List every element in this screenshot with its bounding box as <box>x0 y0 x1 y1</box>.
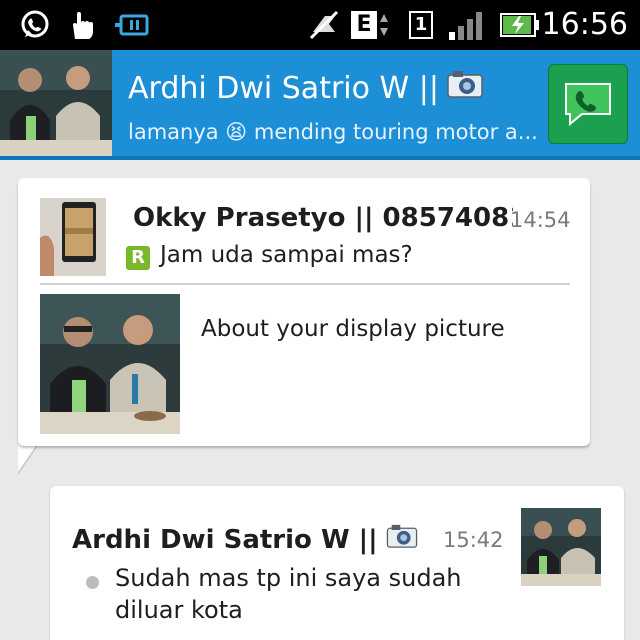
attachment-label: About your display picture <box>201 316 505 342</box>
attached-picture[interactable] <box>40 294 180 434</box>
whatsapp-icon <box>16 9 54 41</box>
touch-icon <box>64 9 100 41</box>
sender-avatar[interactable] <box>40 198 106 276</box>
signal-icon <box>446 9 486 41</box>
message-divider <box>40 283 570 285</box>
delivery-status-dot <box>86 576 99 589</box>
quoted-message-text: Jam uda sampai mas? <box>160 242 413 268</box>
contact-avatar[interactable] <box>0 50 112 156</box>
sent-sender-name-text: Ardhi Dwi Satrio W || <box>72 524 378 555</box>
header-contact-name[interactable]: Ardhi Dwi Satrio W || <box>128 70 483 106</box>
sent-message[interactable]: Ardhi Dwi Satrio W || 15:42 Sudah mas tp… <box>50 486 624 640</box>
network-e-icon: E <box>350 9 390 41</box>
call-button[interactable] <box>548 64 628 144</box>
phone-icon <box>565 83 611 127</box>
status-time: 16:56 <box>541 7 628 42</box>
sim-icon: 1 <box>406 9 436 41</box>
header-status-text: lamanya 😫 mending touring motor a... <box>128 120 538 144</box>
camera-icon <box>386 524 418 555</box>
contact-name-text: Ardhi Dwi Satrio W || <box>128 70 439 106</box>
chat-header: Ardhi Dwi Satrio W || lamanya 😫 mending … <box>0 50 640 160</box>
quoted-sender-name: Okky Prasetyo || 08574081... <box>133 203 513 233</box>
network-type-label: E <box>351 11 377 39</box>
reply-badge: R <box>126 246 150 270</box>
mute-icon <box>306 9 342 41</box>
sent-avatar[interactable] <box>521 508 601 586</box>
received-message[interactable]: Okky Prasetyo || 08574081... 14:54 R Jam… <box>18 178 590 446</box>
quoted-timestamp: 14:54 <box>510 208 571 232</box>
chat-content[interactable]: Okky Prasetyo || 08574081... 14:54 R Jam… <box>0 160 640 640</box>
sent-sender-name: Ardhi Dwi Satrio W || <box>72 524 418 555</box>
sim-slot-label: 1 <box>409 11 433 39</box>
battery-charging-icon <box>498 9 542 41</box>
status-bar: E 1 16:56 <box>0 0 640 50</box>
sent-timestamp: 15:42 <box>443 528 504 552</box>
camera-icon <box>447 70 483 106</box>
usb-icon <box>114 9 154 41</box>
sent-message-text: Sudah mas tp ini saya sudah diluar kota <box>115 564 462 624</box>
